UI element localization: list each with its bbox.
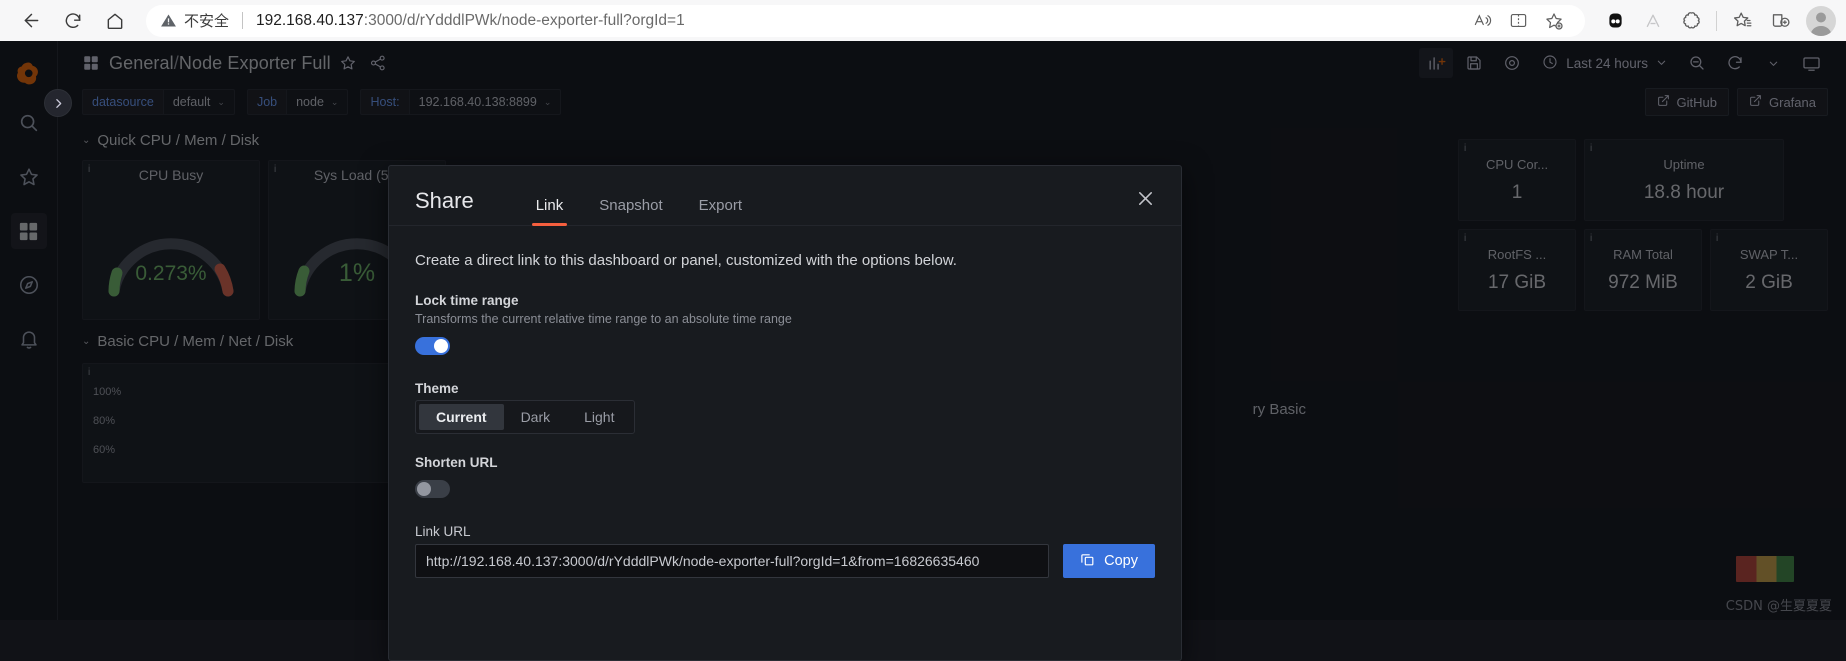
read-aloud-icon[interactable] [1465,6,1499,36]
close-icon[interactable] [1131,184,1159,212]
security-status-label: 不安全 [184,12,230,30]
copilot-icon[interactable] [1635,5,1671,37]
dialog-title: Share [415,188,474,213]
browser-essentials-icon[interactable] [1762,5,1798,37]
collections-icon[interactable] [1673,5,1709,37]
copy-icon [1080,552,1095,571]
share-dialog-body: Create a direct link to this dashboard o… [389,226,1181,660]
theme-option-dark[interactable]: Dark [504,404,568,430]
lock-time-range-section: Lock time range Transforms the current r… [415,293,1155,360]
extension-toolbar [1591,5,1836,37]
toggle-knob [434,339,448,353]
dialog-description: Create a direct link to this dashboard o… [415,252,957,269]
favorites-icon[interactable] [1724,5,1760,37]
address-bar[interactable]: 不安全 192.168.40.137:3000/d/rYdddlPWk/node… [146,4,1585,37]
share-dialog: Share Link Snapshot Export Create a dire… [388,165,1182,661]
url-host: 192.168.40.137 [256,11,364,29]
url-path: :3000/d/rYdddlPWk/node-exporter-full?org… [363,11,685,29]
link-url-row: http://192.168.40.137:3000/d/rYdddlPWk/n… [415,544,1155,578]
toggle-knob [417,482,431,496]
share-tabs: Link Snapshot Export [518,197,760,226]
tab-link[interactable]: Link [518,197,582,226]
omnibox-actions [1465,6,1571,36]
theme-radio-group: Current Dark Light [415,400,636,434]
copy-button[interactable]: Copy [1063,544,1155,578]
share-dialog-header: Share Link Snapshot Export [389,166,1181,226]
lock-time-range-description: Transforms the current relative time ran… [415,312,792,326]
home-button[interactable] [94,4,136,38]
not-secure-warning-icon [160,12,177,29]
link-url-label: Link URL [415,524,471,539]
toolbar-divider [1716,10,1717,31]
shorten-url-toggle[interactable] [415,480,450,498]
tab-export[interactable]: Export [681,197,760,225]
extension-icon[interactable] [1597,5,1633,37]
tab-snapshot[interactable]: Snapshot [581,197,680,225]
lock-time-range-toggle[interactable] [415,337,450,355]
split-screen-icon[interactable] [1501,6,1535,36]
copy-button-label: Copy [1104,553,1138,569]
link-url-section: Link URL http://192.168.40.137:3000/d/rY… [415,524,1155,578]
theme-section: Theme Current Dark Light [415,381,1155,434]
grafana-app: General/Node Exporter Full [0,41,1846,661]
profile-avatar[interactable] [1806,5,1836,36]
shorten-url-section: Shorten URL [415,455,1155,503]
theme-option-light[interactable]: Light [567,404,631,430]
url-display: 192.168.40.137:3000/d/rYdddlPWk/node-exp… [256,12,685,30]
back-button[interactable] [10,4,52,38]
link-url-input[interactable]: http://192.168.40.137:3000/d/rYdddlPWk/n… [415,544,1050,578]
omnibox-divider [242,12,244,29]
add-favorite-icon[interactable] [1537,6,1571,36]
browser-toolbar: 不安全 192.168.40.137:3000/d/rYdddlPWk/node… [0,0,1846,41]
reload-button[interactable] [52,4,94,38]
lock-time-range-label: Lock time range [415,293,519,308]
theme-option-current[interactable]: Current [419,404,504,430]
shorten-url-label: Shorten URL [415,455,498,470]
expand-menu-button[interactable] [44,89,72,117]
theme-label: Theme [415,381,459,396]
